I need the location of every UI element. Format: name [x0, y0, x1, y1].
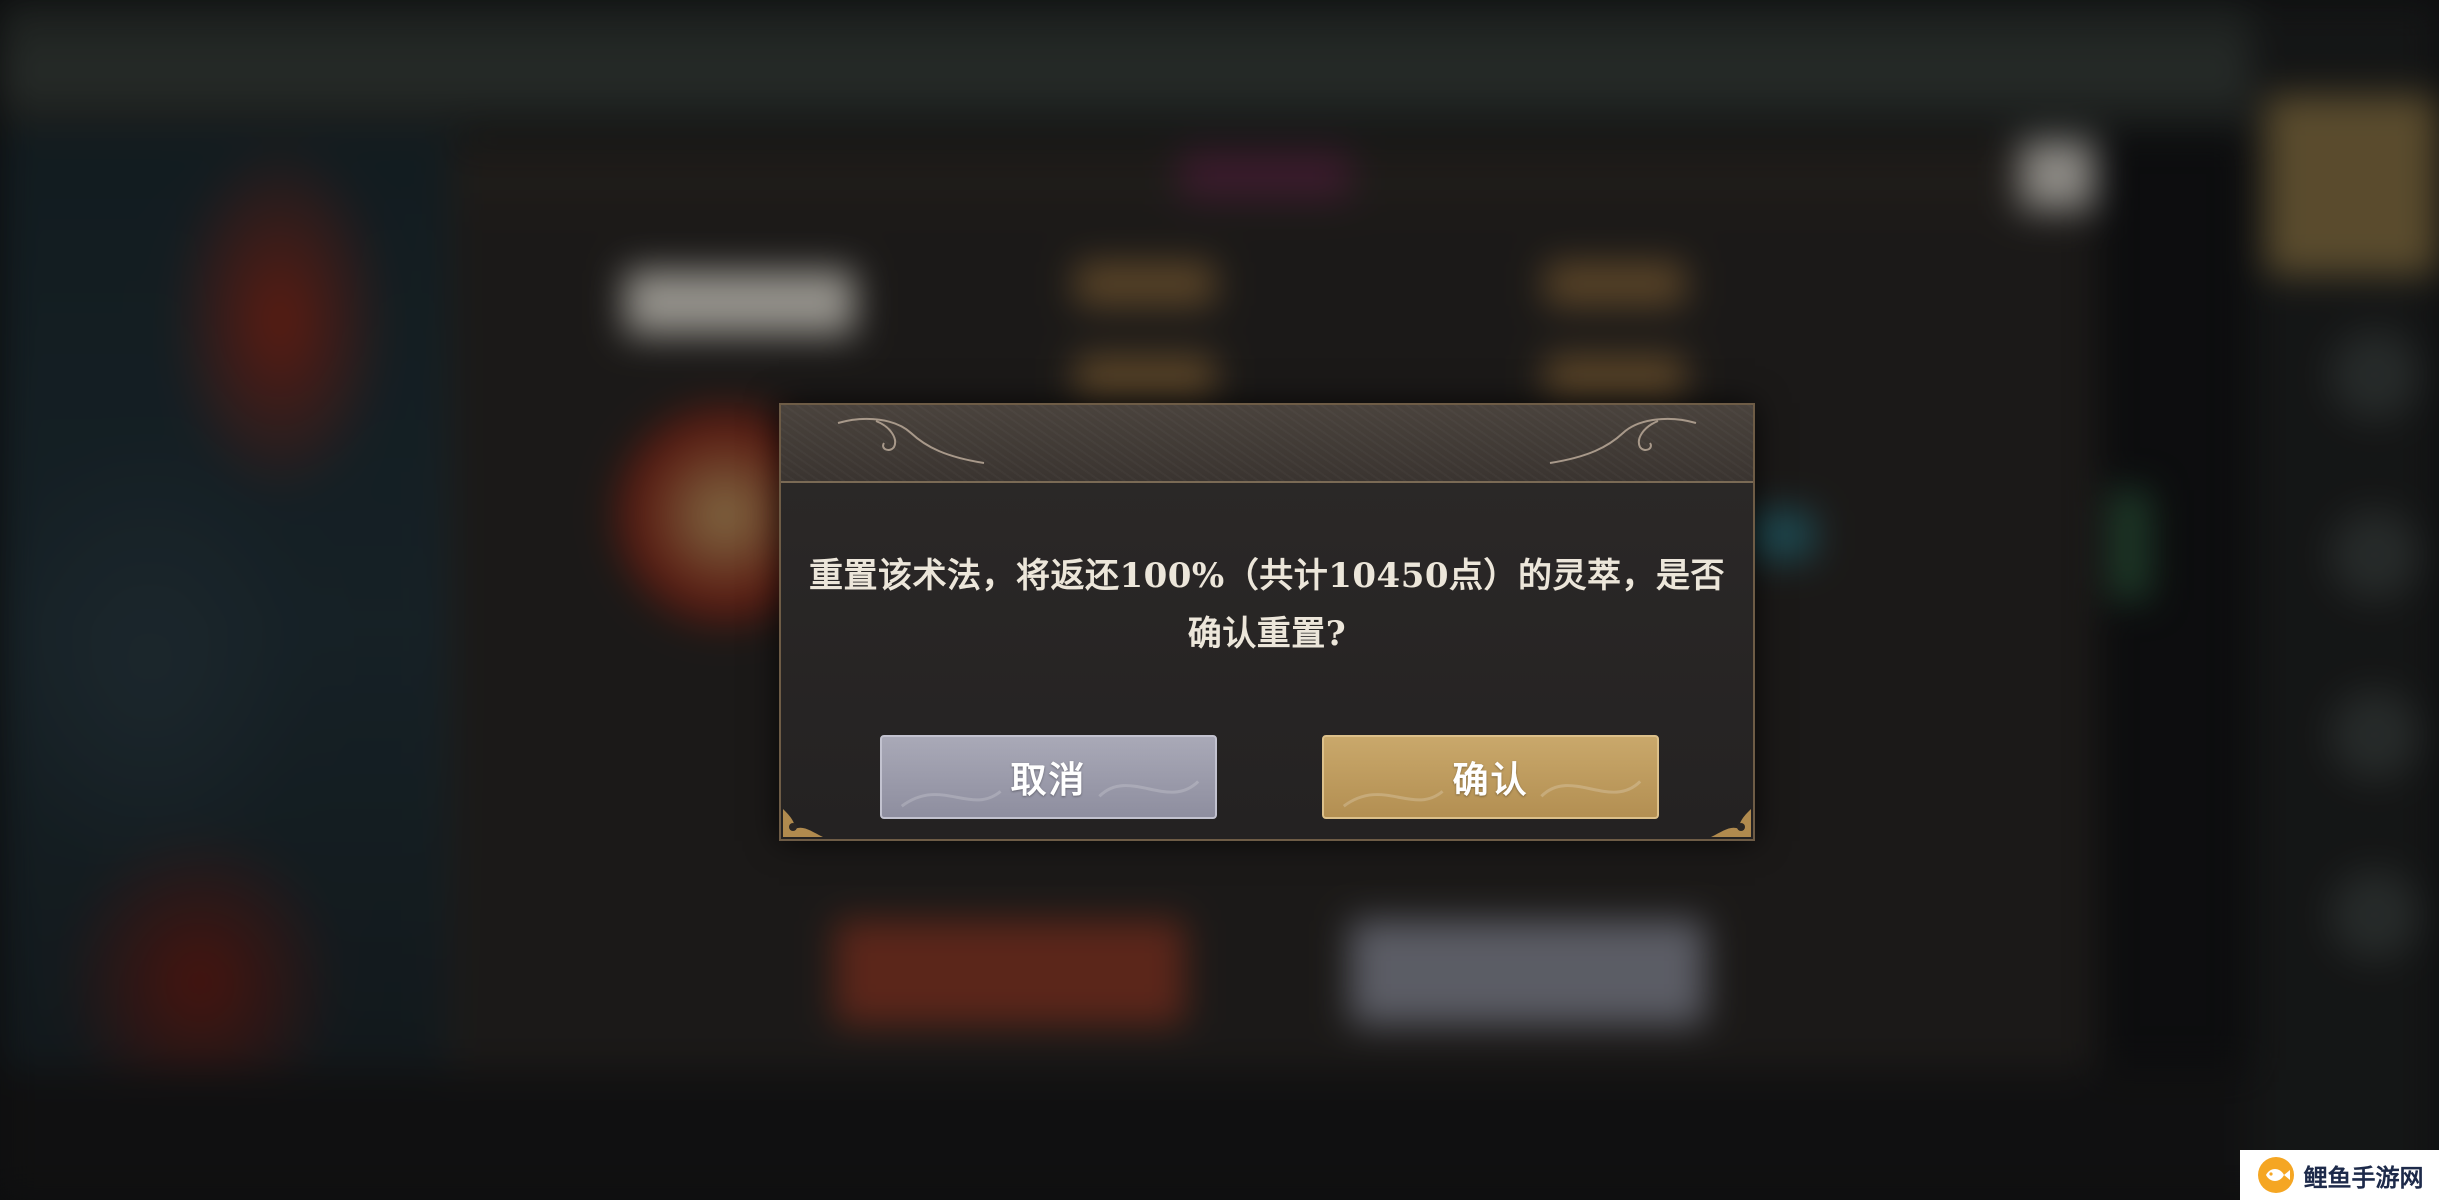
- site-watermark: 鲤鱼手游网: [2240, 1150, 2439, 1200]
- reset-confirm-dialog: 重置该术法，将返还100%（共计10450点）的灵萃，是否 确认重置? 取消 确…: [779, 403, 1755, 841]
- dialog-message-line: 重置该术法，将返还100%（共计10450点）的灵萃，是否: [808, 556, 1726, 596]
- cancel-button[interactable]: 取消: [880, 735, 1217, 819]
- carp-fish-icon: [2257, 1157, 2294, 1193]
- confirm-button[interactable]: 确认: [1322, 735, 1659, 819]
- dialog-header: [781, 405, 1753, 483]
- corner-ornament-icon: [783, 809, 823, 837]
- confirm-button-label: 确认: [1452, 759, 1529, 801]
- dialog-message-line: 确认重置?: [1187, 614, 1347, 654]
- watermark-text: 鲤鱼手游网: [2303, 1163, 2424, 1192]
- dialog-message: 重置该术法，将返还100%（共计10450点）的灵萃，是否 确认重置?: [781, 547, 1753, 663]
- corner-ornament-icon: [1711, 809, 1751, 837]
- cancel-button-label: 取消: [1010, 759, 1087, 801]
- scroll-ornament-icon: [837, 417, 985, 464]
- scroll-ornament-icon: [1549, 417, 1697, 464]
